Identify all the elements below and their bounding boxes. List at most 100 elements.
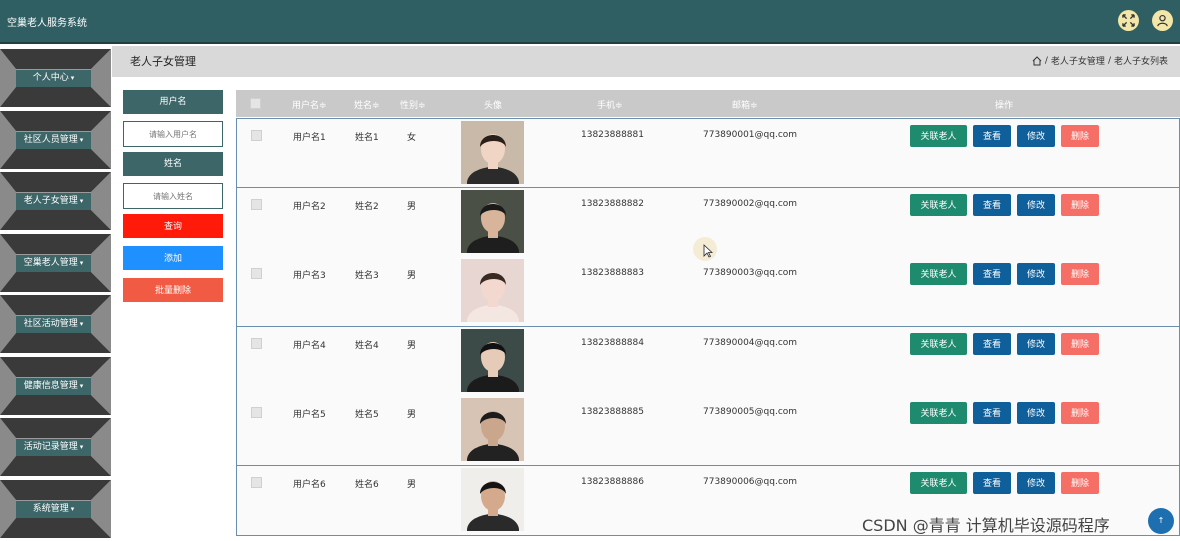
add-button[interactable]: 添加	[123, 246, 223, 270]
sidebar-item-empty-nest-elderly[interactable]: 空巢老人管理 ▾	[0, 233, 111, 292]
col-phone[interactable]: 手机≑	[597, 98, 623, 111]
sidebar-item-elder-children[interactable]: 老人子女管理 ▾	[0, 172, 111, 230]
sidebar-item-label: 健康信息管理 ▾	[16, 377, 91, 395]
edit-button[interactable]: 修改	[1017, 125, 1055, 147]
cell-name: 姓名5	[355, 410, 379, 420]
cell-phone: 13823888883	[581, 268, 644, 278]
page-title: 老人子女管理	[130, 55, 196, 68]
row-checkbox[interactable]	[251, 337, 262, 349]
link-elder-button[interactable]: 关联老人	[910, 402, 967, 424]
edit-button[interactable]: 修改	[1017, 263, 1055, 285]
link-elder-button[interactable]: 关联老人	[910, 332, 967, 355]
avatar-image	[461, 328, 524, 392]
cell-phone: 13823888881	[581, 130, 644, 140]
cell-email: 773890006@qq.com	[703, 476, 798, 487]
sidebar-item-system[interactable]: 系统管理 ▾	[0, 479, 111, 538]
link-elder-button[interactable]: 关联老人	[910, 263, 967, 285]
cell-phone: 13823888882	[581, 198, 644, 209]
name-input[interactable]	[123, 183, 223, 209]
view-button[interactable]: 查看	[973, 471, 1011, 494]
breadcrumb-item-manage[interactable]: 老人子女管理	[1051, 54, 1105, 67]
cell-gender: 男	[407, 201, 417, 212]
col-name[interactable]: 姓名≑	[354, 98, 380, 111]
col-username[interactable]: 用户名≑	[292, 98, 327, 111]
sidebar-item-personal-center[interactable]: 个人中心 ▾	[0, 49, 111, 107]
edit-button[interactable]: 修改	[1017, 402, 1055, 424]
cell-email: 773890001@qq.com	[703, 130, 798, 140]
sidebar-item-label: 个人中心 ▾	[16, 70, 91, 87]
expand-icon[interactable]	[1118, 10, 1139, 31]
cell-gender: 男	[407, 479, 417, 490]
view-button[interactable]: 查看	[973, 263, 1011, 285]
view-button[interactable]: 查看	[973, 125, 1011, 147]
col-email[interactable]: 邮箱≑	[732, 98, 758, 111]
username-input[interactable]	[123, 121, 223, 147]
view-button[interactable]: 查看	[973, 402, 1011, 424]
chevron-down-icon: ▾	[79, 135, 84, 144]
select-all-checkbox[interactable]	[250, 98, 261, 109]
avatar	[461, 121, 524, 184]
cell-username: 用户名1	[293, 133, 326, 143]
row-checkbox[interactable]	[251, 476, 262, 488]
home-icon[interactable]	[1032, 55, 1042, 66]
link-elder-button[interactable]: 关联老人	[910, 471, 967, 494]
row-checkbox[interactable]	[251, 268, 262, 279]
cell-phone: 13823888886	[581, 476, 644, 487]
query-button[interactable]: 查询	[123, 214, 223, 238]
cell-gender: 女	[407, 133, 417, 143]
cell-email: 773890002@qq.com	[703, 198, 798, 209]
row-checkbox[interactable]	[251, 130, 262, 141]
view-button[interactable]: 查看	[973, 193, 1011, 216]
edit-button[interactable]: 修改	[1017, 471, 1055, 494]
avatar	[461, 328, 524, 392]
sidebar-item-community-staff[interactable]: 社区人员管理 ▾	[0, 110, 111, 169]
cell-email: 773890004@qq.com	[703, 337, 798, 348]
cell-username: 用户名2	[293, 201, 326, 212]
chevron-down-icon: ▾	[79, 443, 84, 451]
sidebar-item-label: 空巢老人管理 ▾	[16, 254, 91, 272]
edit-button[interactable]: 修改	[1017, 332, 1055, 355]
watermark: CSDN @青青 计算机毕设源码程序	[862, 516, 1110, 535]
sidebar-item-label: 系统管理 ▾	[16, 500, 91, 518]
delete-button[interactable]: 删除	[1061, 125, 1099, 147]
sidebar-item-label: 社区活动管理 ▾	[16, 316, 91, 333]
back-to-top-button[interactable]: ↑	[1148, 508, 1174, 534]
chevron-down-icon: ▾	[70, 74, 75, 82]
link-elder-button[interactable]: 关联老人	[910, 125, 967, 147]
cell-username: 用户名5	[293, 410, 326, 420]
app-title: 空巢老人服务系统	[7, 18, 87, 29]
content-header: 老人子女管理 / 老人子女管理 / 老人子女列表	[112, 46, 1180, 77]
cell-name: 姓名1	[355, 133, 379, 143]
link-elder-button[interactable]: 关联老人	[910, 193, 967, 216]
delete-button[interactable]: 删除	[1061, 263, 1099, 285]
avatar	[461, 398, 524, 461]
delete-button[interactable]: 删除	[1061, 471, 1099, 494]
col-gender[interactable]: 性别≑	[400, 98, 426, 111]
batch-delete-button[interactable]: 批量删除	[123, 278, 223, 302]
cell-username: 用户名3	[293, 271, 326, 281]
sidebar-item-label: 老人子女管理 ▾	[16, 193, 91, 210]
delete-button[interactable]: 删除	[1061, 402, 1099, 424]
edit-button[interactable]: 修改	[1017, 193, 1055, 216]
avatar-image	[461, 189, 524, 253]
cell-name: 姓名3	[355, 271, 379, 281]
sidebar-item-activity-record[interactable]: 活动记录管理 ▾	[0, 418, 111, 476]
chevron-down-icon: ▾	[70, 504, 75, 513]
table-row: 用户名3 姓名3 男 13823888883 773890003@qq.com 关联老人查…	[236, 257, 1180, 327]
view-button[interactable]: 查看	[973, 332, 1011, 355]
row-checkbox[interactable]	[251, 407, 262, 418]
cell-email: 773890005@qq.com	[703, 407, 798, 417]
user-icon[interactable]	[1152, 10, 1173, 31]
cell-username: 用户名6	[293, 479, 326, 490]
sidebar-item-community-activity[interactable]: 社区活动管理 ▾	[0, 295, 111, 353]
breadcrumb-sep: /	[1044, 55, 1048, 66]
delete-button[interactable]: 删除	[1061, 193, 1099, 216]
chevron-down-icon: ▾	[79, 381, 84, 390]
col-actions: 操作	[995, 101, 1014, 111]
sidebar-item-health-info[interactable]: 健康信息管理 ▾	[0, 356, 111, 415]
row-checkbox[interactable]	[251, 198, 262, 210]
cell-phone: 13823888885	[581, 407, 644, 417]
delete-button[interactable]: 删除	[1061, 332, 1099, 355]
cell-name: 姓名2	[355, 201, 379, 212]
cell-gender: 男	[407, 271, 417, 281]
